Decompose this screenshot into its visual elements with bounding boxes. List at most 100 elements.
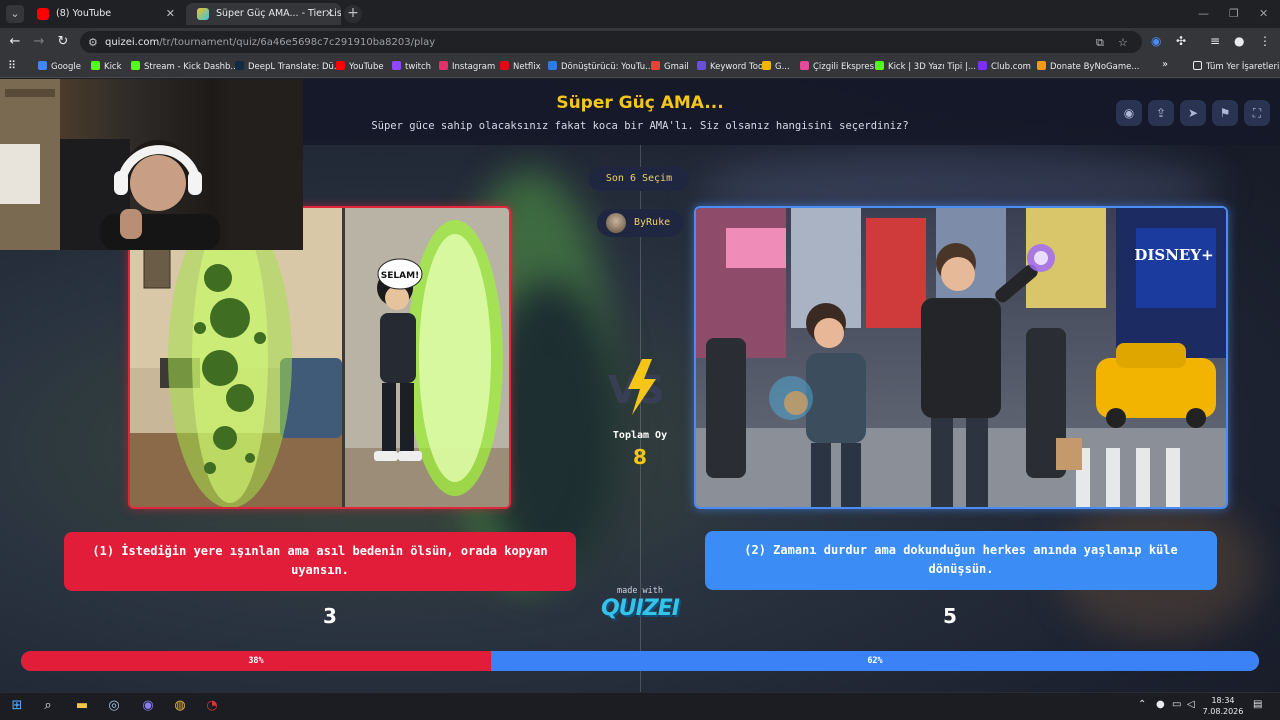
- quizei-icon: [197, 8, 209, 20]
- reload-icon[interactable]: ↻: [55, 34, 71, 49]
- minimize-icon[interactable]: —: [1198, 7, 1209, 20]
- vote-result-bar: 38% 62%: [21, 651, 1259, 671]
- bookmark-google[interactable]: Google: [38, 61, 81, 72]
- bookmark-label: Netflix: [513, 62, 541, 72]
- bookmark-keyword-tool[interactable]: Keyword Tool: [697, 61, 766, 72]
- vs-icon: VS: [608, 359, 665, 415]
- right-vote-count: 5: [943, 604, 957, 628]
- time-stop-illustration: DISNEY+: [696, 208, 1226, 507]
- total-votes-value: 8: [633, 445, 647, 469]
- option-left-button[interactable]: (1) İstediğin yere ışınlan ama asıl bede…: [64, 532, 576, 591]
- search-icon[interactable]: ⌕: [39, 697, 57, 715]
- windows-start-icon[interactable]: ⊞: [8, 697, 26, 715]
- teleport-illustration: SELAM!: [130, 208, 509, 507]
- bookmark-label: twitch: [405, 62, 432, 72]
- option-right-button[interactable]: (2) Zamanı durdur ama dokunduğun herkes …: [705, 531, 1217, 590]
- bookmark-label: Çizgili Ekspres: [813, 62, 875, 72]
- bookmark-label: Kick: [104, 62, 122, 72]
- bookmark-kick-dashboard[interactable]: Stream - Kick Dashb...: [131, 61, 239, 72]
- bookmark-kick[interactable]: Kick: [91, 61, 122, 72]
- clock-time: 18:34: [1211, 696, 1235, 705]
- tab-title: (8) YouTube: [56, 8, 112, 19]
- bookmark-donate[interactable]: Donate ByNoGame...: [1037, 61, 1139, 72]
- bookmark-club[interactable]: Club.com: [978, 61, 1031, 72]
- new-tab-button[interactable]: +: [344, 5, 362, 23]
- right-percent: 62%: [867, 656, 883, 666]
- network-icon[interactable]: ▭: [1172, 699, 1181, 710]
- left-percent: 38%: [248, 656, 264, 666]
- restore-icon[interactable]: ❐: [1229, 7, 1239, 20]
- bookmark-label: DeepL Translate: Dü...: [248, 62, 343, 72]
- url-host: quizei.com: [105, 37, 160, 48]
- recorder-icon[interactable]: ◔: [203, 697, 221, 715]
- microphone-icon[interactable]: ●: [1156, 699, 1165, 710]
- streamer-webcam: [0, 79, 303, 250]
- fullscreen-icon[interactable]: ⛶: [1244, 100, 1270, 126]
- bookmark-converter[interactable]: Dönüştürücü: YouTu...: [548, 61, 653, 72]
- speech-bubble: SELAM!: [381, 271, 419, 281]
- bookmark-netflix[interactable]: Netflix: [500, 61, 541, 72]
- more-bookmarks-icon[interactable]: »: [1162, 59, 1168, 70]
- reading-list-icon[interactable]: ≡: [1210, 34, 1220, 48]
- quizei-logo[interactable]: QUIZEI: [596, 596, 684, 621]
- notifications-icon[interactable]: ▤: [1253, 699, 1262, 710]
- bookmark-label: Instagram: [452, 62, 496, 72]
- avatar: [606, 213, 626, 233]
- bookmark-deepl[interactable]: DeepL Translate: Dü...: [235, 61, 342, 72]
- bookmark-label: Stream - Kick Dashb...: [144, 62, 239, 72]
- webcam-overlay: [0, 79, 303, 250]
- profile-avatar[interactable]: ●: [1234, 34, 1244, 48]
- bookmark-label: Google: [51, 62, 81, 72]
- url-path: /tr/tournament/quiz/6a46e5698c7c291910ba…: [159, 37, 436, 48]
- close-icon[interactable]: ✕: [166, 7, 175, 20]
- left-vote-count: 3: [323, 604, 337, 628]
- bookmark-label: Dönüştürücü: YouTu...: [561, 62, 654, 72]
- bookmark-g[interactable]: G...: [762, 61, 790, 72]
- menu-icon[interactable]: ⋮: [1259, 34, 1271, 48]
- bookmark-star-icon[interactable]: ☆: [1118, 36, 1128, 49]
- close-icon[interactable]: ✕: [325, 7, 334, 20]
- bookmark-twitch[interactable]: twitch: [392, 61, 431, 72]
- round-badge: Son 6 Seçim: [589, 167, 689, 191]
- tab-bar: ⌄ (8) YouTube ✕ Süper Güç AMA... - Tier …: [0, 0, 1280, 28]
- close-window-icon[interactable]: ✕: [1259, 7, 1268, 20]
- share-icon[interactable]: ⇪: [1148, 100, 1174, 126]
- bookmark-youtube[interactable]: YouTube: [336, 61, 384, 72]
- bookmark-label: Gmail: [664, 62, 689, 72]
- eye-icon[interactable]: ◉: [1116, 100, 1142, 126]
- bookmark-gmail[interactable]: Gmail: [651, 61, 689, 72]
- extensions-puzzle-icon[interactable]: ✣: [1176, 34, 1186, 48]
- bookmark-label: Club.com: [991, 62, 1031, 72]
- extension-icon[interactable]: ◉: [1151, 34, 1161, 48]
- tab-quizei[interactable]: Süper Güç AMA... - Tier List, Kı ✕: [186, 3, 341, 25]
- discord-icon[interactable]: ◉: [139, 697, 157, 715]
- tray-overflow-icon[interactable]: ⌃: [1138, 699, 1146, 710]
- apps-icon[interactable]: ⠿: [8, 59, 16, 72]
- made-with-label: made with: [616, 586, 664, 596]
- youtube-icon: [37, 8, 49, 20]
- bookmark-label: Keyword Tool: [710, 62, 766, 72]
- chrome-icon[interactable]: ◍: [171, 697, 189, 715]
- taskbar-clock[interactable]: 18:34 7.08.2026: [1200, 695, 1246, 717]
- bookmark-instagram[interactable]: Instagram: [439, 61, 495, 72]
- option-right-image[interactable]: DISNEY+: [694, 206, 1228, 509]
- windows-taskbar: [0, 692, 1280, 720]
- forward-icon[interactable]: →: [31, 34, 47, 49]
- back-icon[interactable]: ←: [7, 34, 23, 49]
- file-explorer-icon[interactable]: ▬: [73, 697, 91, 715]
- volume-icon[interactable]: ◁: [1187, 699, 1195, 710]
- all-bookmarks[interactable]: Tüm Yer İşaretleri: [1193, 61, 1279, 72]
- site-info-icon[interactable]: ⚙: [88, 36, 98, 49]
- tab-search-icon[interactable]: ⌄: [6, 5, 24, 23]
- translate-icon[interactable]: ⧉: [1096, 36, 1104, 50]
- send-icon[interactable]: ➤: [1180, 100, 1206, 126]
- flag-icon[interactable]: ⚑: [1212, 100, 1238, 126]
- bookmark-label: Donate ByNoGame...: [1050, 62, 1140, 72]
- clock-date: 7.08.2026: [1202, 707, 1244, 716]
- steam-icon[interactable]: ◎: [105, 697, 123, 715]
- tab-youtube[interactable]: (8) YouTube ✕: [26, 3, 182, 25]
- url-text[interactable]: quizei.com/tr/tournament/quiz/6a46e5698c…: [105, 37, 435, 48]
- bookmark-cizgili[interactable]: Çizgili Ekspres: [800, 61, 874, 72]
- bookmark-kick-font[interactable]: Kick | 3D Yazı Tipi |...: [875, 61, 976, 72]
- option-left-image[interactable]: SELAM!: [128, 206, 511, 509]
